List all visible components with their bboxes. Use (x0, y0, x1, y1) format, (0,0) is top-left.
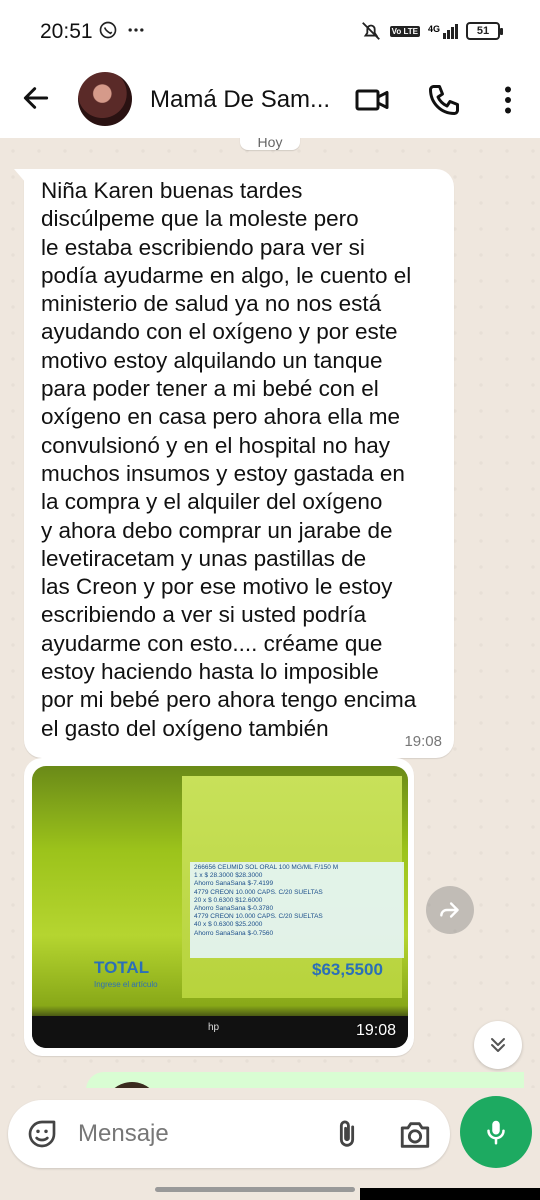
chat-area[interactable]: Hoy Niña Karen buenas tardes discúlpeme … (0, 138, 540, 1088)
attach-icon[interactable] (330, 1117, 364, 1151)
whatsapp-icon (99, 21, 117, 39)
video-call-icon[interactable] (354, 82, 390, 118)
volte-icon: Vo LTE (389, 25, 420, 37)
monitor-brand-logo: hp (208, 1022, 220, 1033)
status-bar: 20:51 Vo LTE 4G 51 (0, 0, 540, 62)
voice-call-icon[interactable] (426, 82, 462, 118)
forward-icon (440, 902, 459, 918)
back-arrow-icon[interactable] (20, 82, 52, 114)
message-composer (8, 1100, 450, 1168)
system-navigation-bar (0, 1182, 540, 1200)
outgoing-message[interactable] (86, 1072, 524, 1088)
message-time: 19:08 (355, 1022, 396, 1039)
mic-icon (487, 1120, 505, 1145)
receipt-photo[interactable]: 266656 CEUMID SOL ORAL 100 MG/ML F/150 M… (32, 766, 408, 1048)
forward-button[interactable] (426, 886, 474, 934)
incoming-image-message[interactable]: 266656 CEUMID SOL ORAL 100 MG/ML F/150 M… (24, 758, 414, 1056)
battery-icon: 51 (466, 22, 503, 40)
home-gesture-pill[interactable] (155, 1187, 355, 1192)
receipt-total-value: $63,5500 (312, 960, 383, 979)
signal-4g-icon: 4G (427, 23, 458, 39)
message-input[interactable] (78, 1114, 318, 1154)
more-dots-icon (128, 28, 144, 32)
chat-header: Mamá De Sam... (0, 62, 540, 138)
receipt-total-label: TOTAL (94, 958, 150, 977)
mic-button[interactable] (460, 1096, 532, 1168)
scroll-down-button[interactable] (474, 1021, 522, 1069)
network-type: 4G (427, 23, 440, 34)
emoji-icon[interactable] (26, 1118, 58, 1150)
receipt-lines: 266656 CEUMID SOL ORAL 100 MG/ML F/150 M… (190, 862, 404, 958)
status-time: 20:51 (40, 20, 93, 43)
date-chip: Hoy (240, 138, 300, 150)
camera-icon[interactable] (398, 1118, 432, 1152)
receipt-prompt: Ingrese el artículo (94, 980, 158, 989)
double-chevron-down-icon (491, 1038, 505, 1052)
contact-avatar[interactable] (78, 72, 132, 126)
message-time: 19:08 (404, 733, 442, 750)
contact-name[interactable]: Mamá De Sam... (150, 86, 340, 114)
mute-icon (361, 22, 380, 40)
message-text: Niña Karen buenas tardes discúlpeme que … (41, 178, 417, 741)
menu-dots-icon[interactable] (490, 82, 526, 118)
incoming-message[interactable]: Niña Karen buenas tardes discúlpeme que … (14, 169, 454, 758)
